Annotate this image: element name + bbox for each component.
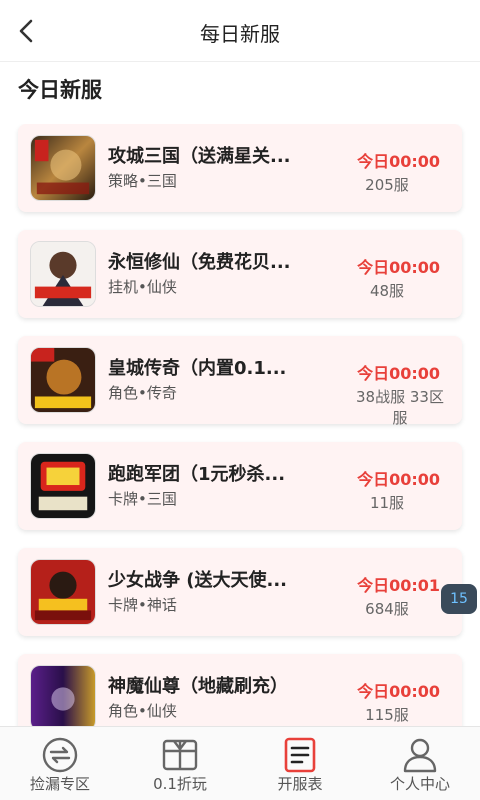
gift-box-icon	[162, 739, 198, 771]
server-number: 38战服 33区服	[356, 388, 444, 427]
game-thumbnail	[30, 665, 96, 726]
game-name: 永恒修仙（免费花贝...	[108, 252, 291, 273]
server-number: 48服	[369, 282, 405, 300]
game-thumbnail	[30, 559, 96, 625]
tab-server-list[interactable]: 开服表	[240, 727, 360, 800]
game-thumbnail	[30, 347, 96, 413]
server-number: 205服	[365, 176, 409, 194]
open-time: 今日00:00	[357, 682, 440, 701]
open-time: 今日00:00	[357, 364, 440, 383]
game-tags: 挂机•仙侠	[108, 278, 177, 296]
game-card[interactable]: 攻城三国（送满星关... 策略•三国 今日00:00 205服	[18, 124, 462, 212]
tab-profile[interactable]: 个人中心	[360, 727, 480, 800]
section-title: 今日新服	[18, 78, 102, 102]
game-name: 神魔仙尊（地藏刷充）	[108, 676, 288, 697]
recycle-arrows-icon	[42, 737, 78, 773]
game-tags: 角色•传奇	[108, 384, 177, 402]
tab-label: 0.1折玩	[153, 775, 207, 793]
server-number: 115服	[365, 706, 409, 724]
tab-discount[interactable]: 0.1折玩	[120, 727, 240, 800]
top-nav-bar: 每日新服	[0, 0, 480, 62]
game-tags: 卡牌•神话	[108, 596, 177, 614]
floating-progress-badge[interactable]: 15	[441, 584, 477, 614]
open-time: 今日00:01	[357, 576, 440, 595]
game-card[interactable]: 皇城传奇（内置0.1... 角色•传奇 今日00:00 38战服 33区服	[18, 336, 462, 427]
game-card[interactable]: 神魔仙尊（地藏刷充） 角色•仙侠 今日00:00 115服	[18, 654, 462, 726]
game-tags: 策略•三国	[108, 172, 177, 190]
server-list: 攻城三国（送满星关... 策略•三国 今日00:00 205服 永恒修仙（免费花…	[0, 124, 480, 726]
game-name: 少女战争 (送大天使...	[108, 570, 288, 591]
tab-bargain-zone[interactable]: 捡漏专区	[0, 727, 120, 800]
open-time: 今日00:00	[357, 258, 440, 277]
page-title: 每日新服	[200, 22, 280, 46]
game-card[interactable]: 少女战争 (送大天使... 卡牌•神话 今日00:01 684服	[18, 548, 462, 636]
server-list-icon	[284, 737, 316, 773]
server-number: 684服	[365, 600, 409, 618]
game-name: 皇城传奇（内置0.1...	[108, 358, 287, 379]
user-icon	[403, 738, 437, 773]
tab-label: 开服表	[277, 775, 323, 793]
game-thumbnail	[30, 135, 96, 201]
tab-label: 捡漏专区	[29, 775, 90, 793]
tab-label: 个人中心	[389, 775, 450, 793]
server-number: 11服	[369, 494, 405, 512]
open-time: 今日00:00	[357, 470, 440, 489]
game-card[interactable]: 永恒修仙（免费花贝... 挂机•仙侠 今日00:00 48服	[18, 230, 462, 318]
open-time: 今日00:00	[357, 152, 440, 171]
game-thumbnail	[30, 453, 96, 519]
game-tags: 角色•仙侠	[108, 702, 177, 720]
game-thumbnail	[30, 241, 96, 307]
bottom-tab-bar: 捡漏专区 0.1折玩 开服表 个人中心	[0, 726, 480, 800]
game-card[interactable]: 跑跑军团（1元秒杀... 卡牌•三国 今日00:00 11服	[18, 442, 462, 530]
game-tags: 卡牌•三国	[108, 490, 177, 508]
game-name: 跑跑军团（1元秒杀...	[108, 464, 286, 485]
game-name: 攻城三国（送满星关...	[108, 146, 291, 167]
